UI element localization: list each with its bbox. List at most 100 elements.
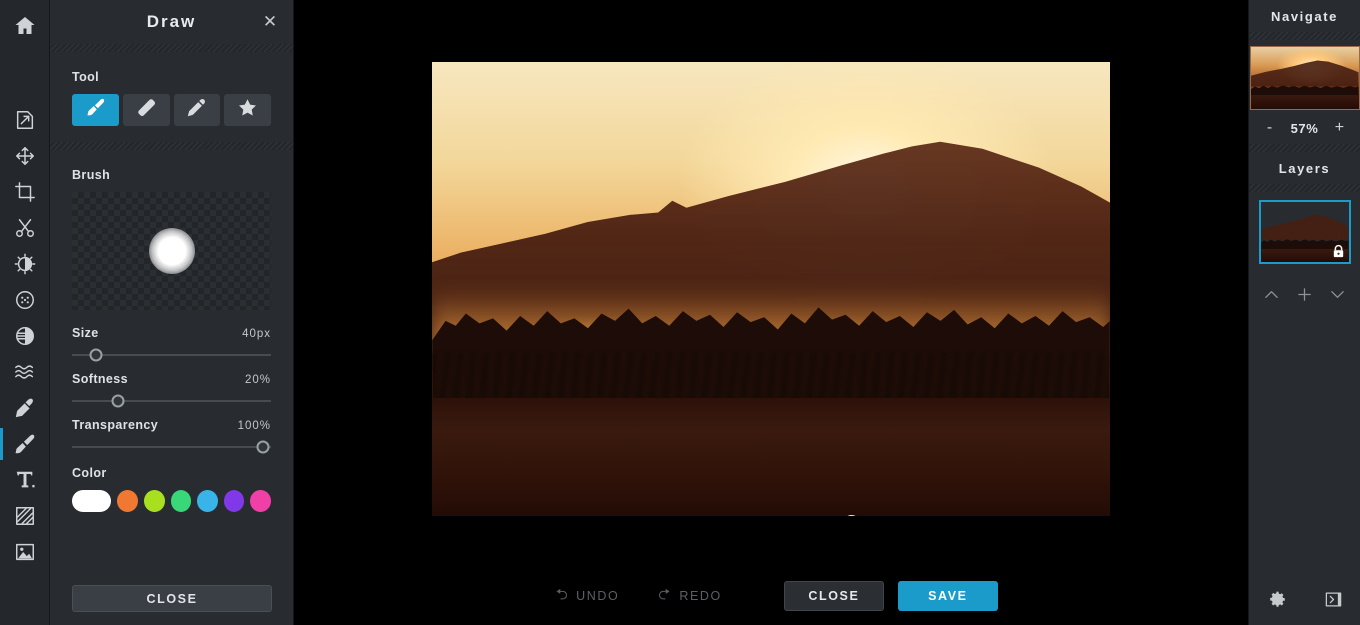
waves-icon <box>14 361 36 383</box>
layer-thumb-mountain <box>1260 215 1349 241</box>
left-toolbar <box>0 0 50 625</box>
sidebar-item-retouch[interactable] <box>0 390 50 426</box>
panel-header: Draw ✕ <box>50 0 293 44</box>
tool-brush-button[interactable] <box>72 94 119 126</box>
slider-transparency: Transparency 100% <box>72 418 271 454</box>
retouch-icon <box>14 397 36 419</box>
resize-icon <box>14 109 36 131</box>
slider-transparency-knob[interactable] <box>256 440 270 454</box>
color-swatch-blue[interactable] <box>197 490 218 512</box>
effects-dots-icon <box>14 289 36 311</box>
slider-size-track[interactable] <box>72 348 271 362</box>
sidebar-item-frame[interactable] <box>0 498 50 534</box>
undo-button[interactable]: UNDO <box>544 587 629 605</box>
lock-icon[interactable] <box>1331 243 1346 260</box>
sidebar-item-filters[interactable] <box>0 318 50 354</box>
page-title: Draw <box>146 12 197 31</box>
filter-halfcircle-icon <box>14 325 36 347</box>
color-section-label: Color <box>72 466 107 480</box>
brush-section-label: Brush <box>72 168 111 182</box>
chevron-down-icon[interactable] <box>1329 286 1346 308</box>
image-canvas[interactable] <box>432 62 1110 516</box>
slider-transparency-label: Transparency <box>72 418 159 432</box>
canvas-stage[interactable]: UNDO REDO CLOSE SAVE <box>294 0 1248 625</box>
layers-divider <box>1249 184 1360 192</box>
zoom-in-button[interactable]: + <box>1332 119 1346 137</box>
color-swatch-white[interactable] <box>72 490 112 512</box>
sidebar-item-resize[interactable] <box>0 102 50 138</box>
slider-size: Size 40px <box>72 326 271 362</box>
gear-icon[interactable] <box>1268 590 1287 614</box>
slider-softness: Softness 20% <box>72 372 271 408</box>
slider-softness-label: Softness <box>72 372 128 386</box>
slider-size-knob[interactable] <box>89 348 103 362</box>
color-swatch-lime[interactable] <box>143 490 165 512</box>
tool-eraser-button[interactable] <box>122 94 170 126</box>
slider-transparency-value: 100% <box>237 420 271 432</box>
sidebar-item-text[interactable] <box>0 462 50 498</box>
sidebar-item-liquify[interactable] <box>0 354 50 390</box>
brush-icon <box>14 433 36 455</box>
photo-ground <box>432 397 1110 516</box>
slider-size-value: 40px <box>242 328 271 340</box>
navigate-title: Navigate <box>1271 8 1338 24</box>
color-swatch-pink[interactable] <box>250 490 271 512</box>
slider-transparency-track[interactable] <box>72 440 271 454</box>
layers-divider-top <box>1249 144 1360 152</box>
draw-panel: Draw ✕ Tool Brush Size 40px Softness 20%… <box>50 0 294 625</box>
image-editor-window: Draw ✕ Tool Brush Size 40px Softness 20%… <box>0 0 1360 625</box>
sidebar-item-move[interactable] <box>0 138 50 174</box>
sidebar-item-effects[interactable] <box>0 282 50 318</box>
save-button[interactable]: SAVE <box>897 581 998 611</box>
sidebar-item-sticker[interactable] <box>0 534 50 570</box>
zoom-level-value: 57% <box>1290 120 1319 136</box>
sidebar-item-adjust[interactable] <box>0 246 50 282</box>
frame-hatch-icon <box>14 505 36 527</box>
redo-button[interactable]: REDO <box>647 587 732 605</box>
zoom-controls: - 57% + <box>1249 112 1360 144</box>
close-icon[interactable]: ✕ <box>259 11 281 33</box>
slider-softness-value: 20% <box>244 374 271 386</box>
panel-body: Tool Brush Size 40px Softness 20% Transp… <box>50 70 293 512</box>
chevron-up-icon[interactable] <box>1263 286 1280 308</box>
slider-size-label: Size <box>72 326 99 340</box>
panel-divider-2 <box>50 142 293 150</box>
color-swatch-green[interactable] <box>170 490 192 512</box>
text-t-icon <box>14 469 36 491</box>
sidebar-item-draw[interactable] <box>0 426 50 462</box>
color-swatch-orange[interactable] <box>117 490 138 512</box>
panel-divider <box>50 44 293 52</box>
move-icon <box>14 145 36 167</box>
redo-arrow-icon <box>657 587 672 605</box>
color-swatch-group <box>72 490 271 512</box>
undo-arrow-icon <box>554 587 569 605</box>
bottom-action-bar: UNDO REDO CLOSE SAVE <box>294 567 1248 625</box>
plus-icon[interactable] <box>1296 286 1313 308</box>
crop-icon <box>14 181 36 203</box>
sidebar-item-crop[interactable] <box>0 174 50 210</box>
zoom-out-button[interactable]: - <box>1263 119 1277 137</box>
slider-softness-knob[interactable] <box>111 394 125 408</box>
right-panel: Navigate - 57% + Layers <box>1248 0 1360 625</box>
paintbrush-icon <box>85 97 106 123</box>
star-icon <box>237 97 258 123</box>
slider-softness-track[interactable] <box>72 394 271 408</box>
navigator-thumbnail[interactable] <box>1249 46 1360 110</box>
tool-button-group <box>72 94 271 126</box>
tool-shape-button[interactable] <box>224 94 271 126</box>
home-icon <box>13 14 37 38</box>
cancel-button[interactable]: CLOSE <box>783 581 884 611</box>
layer-item[interactable] <box>1258 200 1351 264</box>
pencil-icon <box>186 97 207 123</box>
home-button[interactable] <box>0 0 50 52</box>
scissors-icon <box>14 217 36 239</box>
sidebar-item-cut[interactable] <box>0 210 50 246</box>
color-swatch-purple[interactable] <box>223 490 245 512</box>
brightness-icon <box>14 253 36 275</box>
navigator-thumb-ground <box>1250 95 1359 109</box>
tool-pencil-button[interactable] <box>173 94 221 126</box>
collapse-panel-icon[interactable] <box>1324 590 1343 614</box>
image-icon <box>14 541 36 563</box>
panel-close-button[interactable]: CLOSE <box>72 585 272 612</box>
redo-label: REDO <box>679 589 722 603</box>
